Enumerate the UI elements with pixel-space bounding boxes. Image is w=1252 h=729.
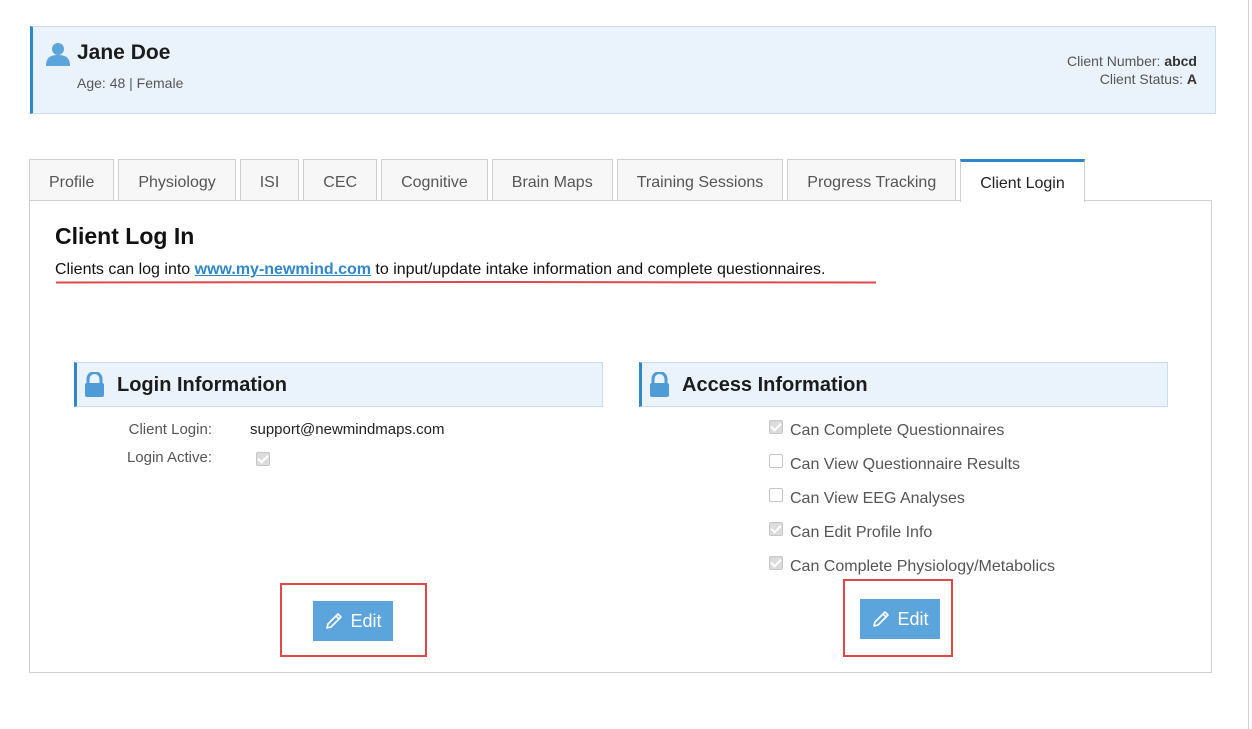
red-underline-annotation	[56, 281, 876, 284]
can-view-questionnaire-results-checkbox[interactable]	[769, 454, 783, 468]
panel-description: Clients can log into www.my-newmind.com …	[55, 261, 825, 279]
login-active-checkbox[interactable]	[256, 452, 270, 466]
client-name: Jane Doe	[77, 41, 171, 64]
tab-isi[interactable]: ISI	[239, 159, 300, 200]
client-status-value: A	[1186, 71, 1197, 87]
page-right-border	[1248, 0, 1249, 729]
client-header: Jane Doe Age: 48 | Female Client Number:…	[30, 26, 1216, 114]
user-icon	[46, 43, 70, 66]
panel-title: Client Log In	[55, 223, 195, 249]
can-edit-profile-info-label: Can Edit Profile Info	[790, 524, 933, 541]
tab-progress-tracking[interactable]: Progress Tracking	[787, 159, 957, 200]
login-active-label: Login Active:	[126, 449, 212, 466]
tab-brain-maps[interactable]: Brain Maps	[491, 159, 613, 200]
client-status-label: Client Status:	[1099, 71, 1183, 87]
lock-icon	[85, 372, 104, 397]
can-complete-questionnaires-label: Can Complete Questionnaires	[790, 422, 1005, 439]
tab-client-login[interactable]: Client Login	[960, 159, 1085, 202]
tab-cognitive[interactable]: Cognitive	[381, 159, 488, 200]
client-login-label: Client Login:	[128, 421, 212, 438]
client-number-label: Client Number:	[1067, 53, 1161, 69]
access-information-header: Access Information	[639, 362, 1168, 407]
client-login-panel: Client Log In Clients can log into www.m…	[29, 200, 1212, 673]
can-complete-physiology-label: Can Complete Physiology/Metabolics	[790, 558, 1056, 575]
can-complete-questionnaires-checkbox[interactable]	[769, 420, 783, 434]
red-highlight-box-access	[843, 579, 953, 657]
red-highlight-box-login	[280, 583, 427, 657]
client-number-value: abcd	[1164, 53, 1197, 69]
access-information-title: Access Information	[682, 374, 868, 396]
can-view-eeg-analyses-label: Can View EEG Analyses	[790, 490, 965, 507]
tab-profile[interactable]: Profile	[29, 159, 115, 200]
client-status: Client Status: A	[1067, 70, 1197, 88]
lock-icon	[650, 372, 669, 397]
can-complete-physiology-checkbox[interactable]	[769, 556, 783, 570]
client-number: Client Number: abcd	[1067, 52, 1197, 70]
client-login-value: support@newmindmaps.com	[250, 421, 445, 438]
desc-before: Clients can log into	[55, 261, 195, 278]
can-edit-profile-info-checkbox[interactable]	[769, 522, 783, 536]
can-view-questionnaire-results-label: Can View Questionnaire Results	[790, 456, 1021, 473]
tab-physiology[interactable]: Physiology	[118, 159, 236, 200]
can-view-eeg-analyses-checkbox[interactable]	[769, 488, 783, 502]
tab-training-sessions[interactable]: Training Sessions	[616, 159, 784, 200]
tab-cec[interactable]: CEC	[303, 159, 378, 200]
client-age-gender: Age: 48 | Female	[77, 75, 184, 91]
tab-bar: Profile Physiology ISI CEC Cognitive Bra…	[29, 159, 1089, 202]
newmind-link[interactable]: www.my-newmind.com	[195, 261, 371, 278]
client-info-right: Client Number: abcd Client Status: A	[1067, 52, 1197, 88]
login-information-header: Login Information	[74, 362, 603, 407]
desc-after: to input/update intake information and c…	[370, 261, 826, 278]
login-information-title: Login Information	[117, 374, 287, 396]
